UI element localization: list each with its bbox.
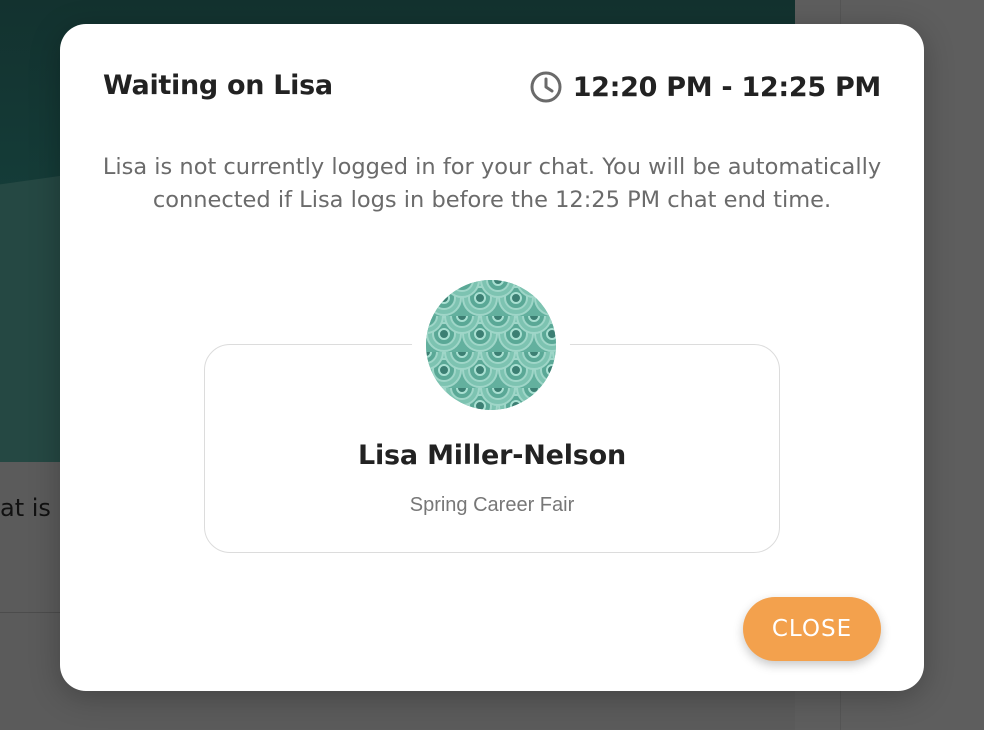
chat-time-range: 12:20 PM - 12:25 PM <box>529 70 881 104</box>
avatar-pattern <box>426 280 556 410</box>
modal-title: Waiting on Lisa <box>103 70 333 101</box>
waiting-message: Lisa is not currently logged in for your… <box>102 154 882 213</box>
close-button[interactable]: CLOSE <box>743 597 881 661</box>
waiting-modal: Waiting on Lisa 12:20 PM - 12:25 PM Lisa… <box>60 24 924 691</box>
profile-name: Lisa Miller-Nelson <box>357 440 627 471</box>
profile-event: Spring Career Fair <box>409 494 575 516</box>
avatar <box>426 280 556 410</box>
time-range-text: 12:20 PM - 12:25 PM <box>572 71 882 103</box>
clock-icon <box>530 71 562 103</box>
